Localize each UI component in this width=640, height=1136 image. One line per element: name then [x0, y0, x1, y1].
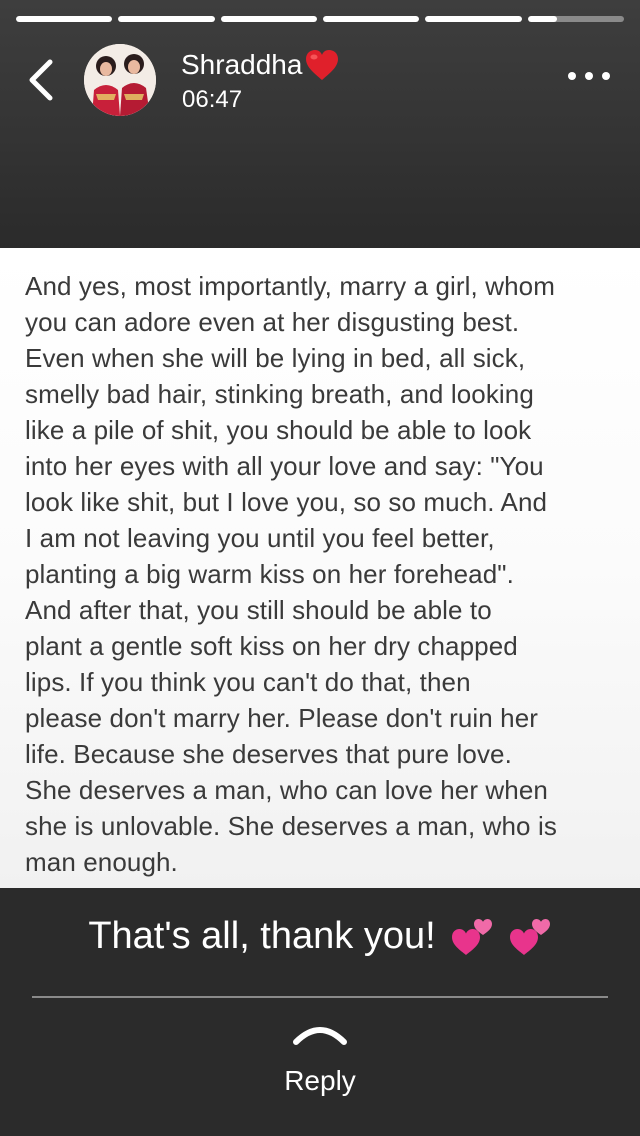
- more-horizontal-icon: [568, 72, 610, 80]
- progress-segment: [220, 16, 317, 22]
- story-timestamp: 06:47: [182, 86, 243, 113]
- story-viewer: Shraddha 06:47 And yes, most importantly…: [0, 0, 640, 1136]
- chevron-left-icon: [29, 59, 53, 101]
- story-header: Shraddha 06:47: [0, 42, 640, 122]
- author-name: Shraddha: [181, 49, 303, 80]
- story-caption: That's all, thank you!: [0, 915, 640, 958]
- progress-segment-current: [527, 16, 624, 22]
- progress-segment: [322, 16, 420, 22]
- back-button[interactable]: [22, 58, 62, 102]
- story-author[interactable]: Shraddha: [181, 48, 340, 82]
- two-hearts-icon: [509, 918, 550, 955]
- caption-text: That's all, thank you!: [88, 915, 436, 957]
- more-options-button[interactable]: [568, 72, 610, 80]
- caption-divider: [32, 996, 608, 998]
- story-image: And yes, most importantly, marry a girl,…: [0, 248, 640, 888]
- story-text: And yes, most importantly, marry a girl,…: [25, 271, 557, 877]
- two-hearts-icon: [451, 918, 492, 955]
- red-heart-icon: [306, 50, 339, 80]
- reply-label: Reply: [284, 1065, 356, 1096]
- story-progress-bar: [16, 16, 624, 22]
- progress-segment: [16, 16, 113, 22]
- progress-segment: [118, 16, 215, 22]
- chevron-up-icon: [293, 1027, 347, 1045]
- progress-segment: [425, 16, 522, 22]
- avatar[interactable]: [84, 44, 156, 116]
- avatar-image: [84, 44, 156, 116]
- reply-button[interactable]: Reply: [250, 1022, 390, 1102]
- caption-emojis: [450, 917, 552, 957]
